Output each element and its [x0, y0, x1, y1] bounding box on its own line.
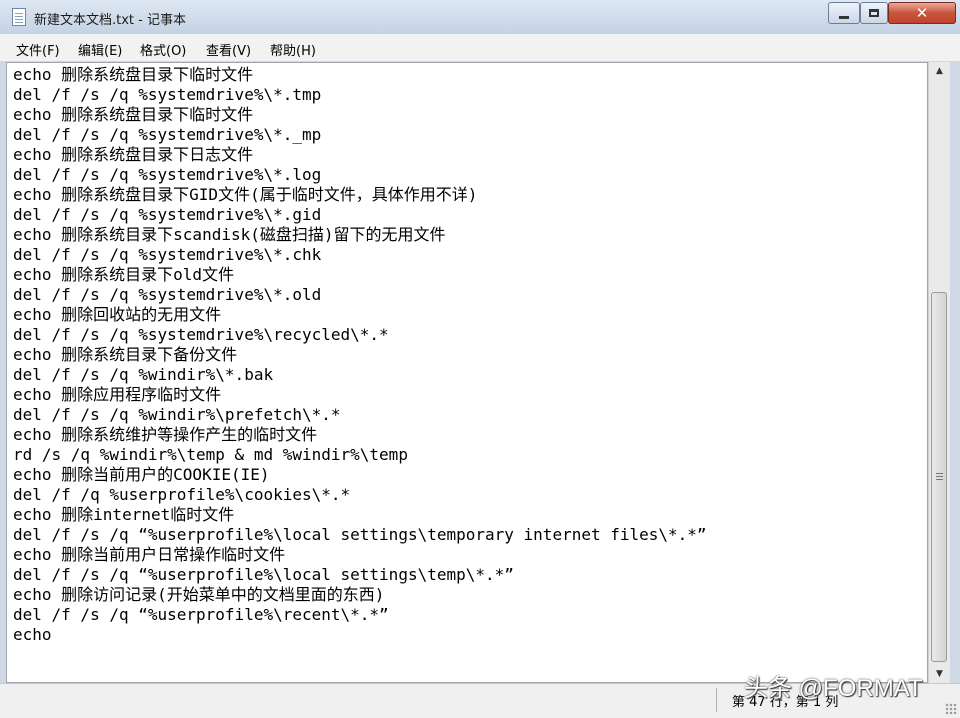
- scroll-up-arrow-icon[interactable]: ▲: [929, 62, 950, 80]
- window-border: [950, 62, 960, 683]
- menu-help[interactable]: 帮助(H): [270, 40, 316, 59]
- text-line: del /f /s /q %systemdrive%\*.tmp: [13, 85, 322, 104]
- text-line: echo 删除当前用户的COOKIE(IE): [13, 465, 270, 484]
- text-line: echo 删除访问记录(开始菜单中的文档里面的东西): [13, 585, 385, 604]
- text-line: del /f /s /q %systemdrive%\*.old: [13, 285, 322, 304]
- menu-edit[interactable]: 编辑(E): [78, 40, 122, 59]
- notepad-window: 新建文本文档.txt - 记事本 ✕ 文件(F) 编辑(E) 格式(O) 查看(…: [0, 0, 960, 718]
- close-icon: ✕: [915, 3, 929, 22]
- maximize-icon: [869, 9, 879, 17]
- text-line: del /f /s /q %windir%\*.bak: [13, 365, 274, 384]
- text-line: del /f /s /q %windir%\prefetch\*.*: [13, 405, 341, 424]
- text-line: del /f /s /q %systemdrive%\*.chk: [13, 245, 322, 264]
- text-line: echo 删除系统目录下备份文件: [13, 345, 238, 364]
- menu-view[interactable]: 查看(V): [206, 40, 251, 59]
- text-line: del /f /s /q %systemdrive%\recycled\*.*: [13, 325, 389, 344]
- text-line: del /f /s /q %systemdrive%\*._mp: [13, 125, 322, 144]
- vertical-scrollbar[interactable]: ▲ ▼: [928, 62, 950, 683]
- text-line: echo 删除internet临时文件: [13, 505, 235, 524]
- minimize-button[interactable]: [828, 2, 860, 24]
- text-line: echo 删除当前用户日常操作临时文件: [13, 545, 286, 564]
- text-content: echo 删除系统盘目录下临时文件 del /f /s /q %systemdri…: [13, 65, 707, 645]
- scroll-thumb[interactable]: [931, 292, 947, 662]
- text-line: echo 删除系统维护等操作产生的临时文件: [13, 425, 318, 444]
- text-line: echo: [13, 625, 52, 644]
- text-line: echo 删除系统目录下scandisk(磁盘扫描)留下的无用文件: [13, 225, 446, 244]
- maximize-button[interactable]: [860, 2, 888, 24]
- grip-icon: [936, 473, 943, 474]
- menu-format[interactable]: 格式(O): [140, 40, 186, 59]
- window-title: 新建文本文档.txt - 记事本: [34, 13, 186, 28]
- text-line: del /f /s /q “%userprofile%\local settin…: [13, 525, 707, 544]
- text-line: echo 删除系统盘目录下日志文件: [13, 145, 254, 164]
- text-line: rd /s /q %windir%\temp & md %windir%\tem…: [13, 445, 408, 464]
- text-edit-area[interactable]: echo 删除系统盘目录下临时文件 del /f /s /q %systemdri…: [6, 62, 928, 683]
- text-line: echo 删除应用程序临时文件: [13, 385, 222, 404]
- text-line: echo 删除系统目录下old文件: [13, 265, 235, 284]
- notepad-icon[interactable]: [12, 8, 26, 26]
- title-bar[interactable]: 新建文本文档.txt - 记事本 ✕: [0, 0, 960, 34]
- scroll-down-arrow-icon[interactable]: ▼: [929, 665, 950, 683]
- text-line: echo 删除系统盘目录下临时文件: [13, 105, 254, 124]
- minimize-icon: [839, 15, 849, 19]
- text-line: echo 删除回收站的无用文件: [13, 305, 222, 324]
- status-divider: [716, 688, 717, 712]
- text-line: del /f /s /q %systemdrive%\*.gid: [13, 205, 322, 224]
- text-line: del /f /q %userprofile%\cookies\*.*: [13, 485, 351, 504]
- text-line: del /f /s /q %systemdrive%\*.log: [13, 165, 322, 184]
- menu-bar: 文件(F) 编辑(E) 格式(O) 查看(V) 帮助(H): [0, 34, 960, 62]
- text-line: del /f /s /q “%userprofile%\recent\*.*”: [13, 605, 389, 624]
- menu-file[interactable]: 文件(F): [16, 40, 60, 59]
- text-line: echo 删除系统盘目录下临时文件: [13, 65, 254, 84]
- watermark: 头条 @FORMAT: [744, 675, 923, 702]
- close-button[interactable]: ✕: [888, 2, 956, 24]
- text-line: echo 删除系统盘目录下GID文件(属于临时文件，具体作用不详): [13, 185, 478, 204]
- text-line: del /f /s /q “%userprofile%\local settin…: [13, 565, 514, 584]
- resize-grip-icon[interactable]: [945, 703, 957, 715]
